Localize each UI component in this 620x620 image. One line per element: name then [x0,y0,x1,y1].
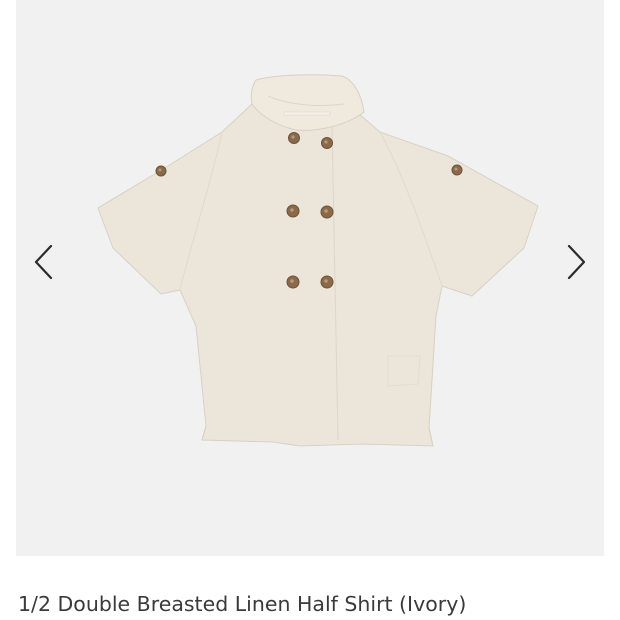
next-image-button[interactable] [562,238,592,286]
chevron-left-icon [34,244,53,280]
product-page: 1/2 Double Breasted Linen Half Shirt (Iv… [0,0,620,620]
shirt-body [97,103,539,447]
chevron-right-icon [567,244,586,280]
product-image [97,74,539,447]
previous-image-button[interactable] [28,238,58,286]
product-image-gallery[interactable] [16,0,604,556]
product-title: 1/2 Double Breasted Linen Half Shirt (Iv… [18,592,467,616]
